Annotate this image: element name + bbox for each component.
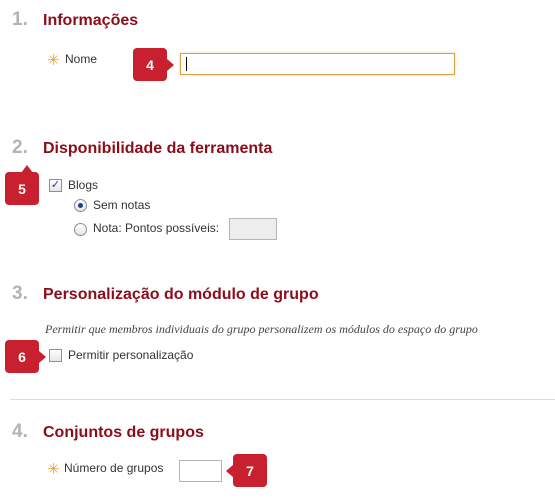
section-title-group-sets: Conjuntos de grupos: [43, 424, 204, 441]
callout-badge-6: 6: [5, 340, 46, 373]
personalization-label: Permitir personalização: [68, 348, 194, 362]
required-asterisk-icon: ✳: [47, 52, 60, 69]
blogs-label: Blogs: [68, 178, 99, 192]
blogs-checkbox[interactable]: ✓: [49, 179, 62, 192]
step-number-1: 1.: [12, 9, 28, 30]
section-title-availability: Disponibilidade da ferramenta: [43, 140, 273, 157]
name-input[interactable]: [180, 53, 455, 75]
checkmark-icon: ✓: [50, 179, 61, 191]
required-asterisk-icon: ✳: [47, 461, 60, 478]
radio-selected-dot: [78, 203, 83, 208]
step-number-4: 4.: [12, 421, 28, 442]
step-number-2: 2.: [12, 137, 28, 158]
callout-badge-7: 7: [226, 454, 267, 487]
grade-label: Nota: Pontos possíveis:: [93, 221, 220, 235]
no-grade-label: Sem notas: [93, 198, 151, 212]
name-label: Nome: [65, 52, 98, 66]
personalization-description: Permitir que membros individuais do grup…: [45, 322, 478, 336]
step-number-3: 3.: [12, 283, 28, 304]
section-divider: [10, 399, 555, 400]
group-count-input[interactable]: [179, 460, 222, 482]
group-count-label: Número de grupos: [64, 461, 164, 475]
section-title-info: Informações: [43, 12, 139, 29]
points-input[interactable]: [229, 218, 277, 240]
no-grade-radio[interactable]: [74, 199, 87, 212]
text-caret: [186, 57, 187, 71]
personalization-checkbox[interactable]: [49, 349, 62, 362]
callout-badge-4: 4: [133, 48, 174, 81]
callout-badge-5: 5: [5, 165, 39, 205]
grade-radio[interactable]: [74, 223, 87, 236]
section-title-personalization: Personalização do módulo de grupo: [43, 286, 319, 303]
